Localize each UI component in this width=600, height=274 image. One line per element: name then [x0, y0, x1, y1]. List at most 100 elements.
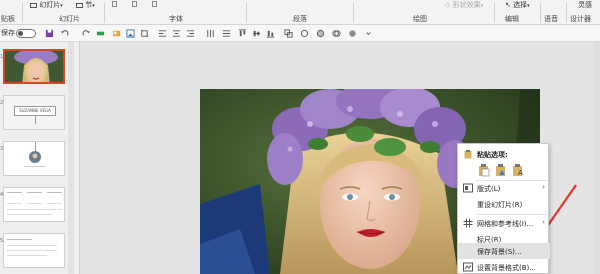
shape-effects-label: 形状效果	[452, 1, 481, 9]
menu-item-save-background[interactable]: 保存背景(S)...	[458, 243, 550, 259]
submenu-arrow-icon: ›	[542, 218, 545, 226]
text-line	[7, 239, 32, 240]
paste-keep-formatting-icon[interactable]	[477, 163, 491, 177]
voice-group-label: 语音	[544, 15, 558, 23]
menu-item-label: 版式(L)	[477, 185, 501, 193]
paragraph-group-label: 段落	[293, 15, 307, 23]
format-background-icon	[463, 262, 473, 272]
context-menu: 粘贴选项: A 版式(L) › 重设幻灯片(R) 网格和参考线(I)... › …	[457, 143, 550, 274]
select-button[interactable]: ↖ 选择▾	[505, 0, 530, 10]
new-slide-label: 幻灯片	[39, 1, 61, 9]
ribbon-separator	[494, 3, 495, 23]
canvas-scrollbar[interactable]	[594, 42, 600, 274]
more-icon[interactable]	[364, 29, 373, 38]
paste-text-only-icon[interactable]: A	[511, 163, 525, 177]
text-line	[7, 209, 62, 210]
shape-icon[interactable]	[300, 29, 309, 38]
align-top-icon[interactable]	[238, 29, 247, 38]
font-tool-icon[interactable]	[112, 1, 117, 7]
align-icon[interactable]	[186, 29, 195, 38]
select-arrow-icon: ↖	[505, 1, 511, 9]
menu-item-reset-slide[interactable]: 重设幻灯片(R)	[458, 196, 550, 212]
distribute-icon[interactable]	[222, 29, 231, 38]
title-box: SUZANNE VEGA	[14, 106, 56, 116]
slide-thumbnail-3[interactable]	[3, 141, 65, 176]
new-slide-button[interactable]: 幻灯片▾	[30, 0, 63, 10]
ribbon-separator	[566, 3, 567, 23]
group-icon[interactable]	[284, 29, 293, 38]
paste-options-header: 粘贴选项:	[458, 146, 550, 162]
slide-thumbnail-4[interactable]	[3, 187, 65, 222]
clipboard-group-label: 贴板	[1, 15, 15, 23]
font-tool-icon[interactable]	[132, 1, 137, 7]
quick-access-toolbar: 保存	[0, 25, 600, 42]
shape-effects-button[interactable]: ◇ 形状效果▾	[445, 0, 483, 10]
slide-thumbnail-image	[5, 51, 63, 82]
gallery-icon[interactable]	[112, 29, 121, 38]
ribbon-separator	[22, 3, 23, 23]
align-icon[interactable]	[158, 29, 167, 38]
section-button[interactable]: 节▾	[76, 0, 95, 10]
chevron-down-icon: ▾	[527, 3, 530, 9]
slide-thumbnail-5[interactable]	[3, 233, 65, 268]
presentation-app-window: 贴板 幻灯片▾ 节▾ 幻灯片 字体 段落 ◇ 形状效果▾ 绘图 ↖ 选择▾ 编辑…	[0, 0, 600, 274]
select-label: 选择	[513, 1, 528, 9]
menu-item-grid-guides[interactable]: 网格和参考线(I)... ›	[458, 215, 550, 231]
picture-icon[interactable]	[126, 29, 135, 38]
slides-group-label: 幻灯片	[59, 15, 80, 23]
inspiration-label[interactable]: 灵感	[578, 0, 592, 10]
designer-group-label: 设计器	[570, 15, 591, 23]
menu-item-format-background[interactable]: 设置背景格式(B)...	[458, 259, 550, 274]
paste-options-icons: A	[477, 163, 537, 177]
grid-icon	[463, 218, 473, 228]
text-line	[7, 255, 47, 256]
text-line	[7, 250, 57, 251]
chevron-down-icon: ▾	[92, 3, 95, 9]
paste-picture-icon[interactable]	[494, 163, 508, 177]
menu-item-label: 设置背景格式(B)...	[477, 264, 536, 272]
font-tool-icon[interactable]	[152, 1, 157, 7]
autosave-label: 保存	[1, 29, 15, 37]
connector-line	[35, 116, 36, 124]
save-icon[interactable]	[45, 29, 54, 38]
chevron-down-icon: ▾	[480, 3, 484, 9]
ribbon-separator	[353, 3, 354, 23]
new-slide-icon	[30, 2, 37, 8]
redo-icon[interactable]	[82, 29, 91, 38]
slide-thumbnail-2[interactable]: SUZANNE VEGA	[3, 95, 65, 130]
undo-icon[interactable]	[60, 29, 69, 38]
menu-item-label: 保存背景(S)...	[477, 248, 522, 256]
font-controls	[112, 1, 322, 11]
menu-item-label: 网格和参考线(I)...	[477, 220, 534, 228]
thumbnail-scrollbar[interactable]	[68, 42, 74, 274]
align-bottom-icon[interactable]	[266, 29, 275, 38]
shape-icon[interactable]	[348, 29, 357, 38]
paste-options-label: 粘贴选项:	[477, 151, 508, 159]
drawing-group-label: 绘图	[413, 15, 427, 23]
ribbon: 贴板 幻灯片▾ 节▾ 幻灯片 字体 段落 ◇ 形状效果▾ 绘图 ↖ 选择▾ 编辑…	[0, 0, 600, 25]
menu-item-label: 重设幻灯片(R)	[477, 201, 523, 209]
text-block	[7, 192, 22, 204]
thumbnail-title-text: SUZANNE VEGA	[19, 108, 51, 113]
text-line	[7, 214, 52, 215]
shape-icon[interactable]	[332, 29, 341, 38]
autosave-toggle[interactable]	[16, 29, 36, 38]
shape-effects-icon: ◇	[445, 1, 451, 9]
menu-item-layout[interactable]: 版式(L) ›	[458, 180, 550, 196]
align-middle-icon[interactable]	[252, 29, 261, 38]
ribbon-separator	[540, 3, 541, 23]
toggle-knob	[18, 31, 23, 36]
text-line	[24, 166, 46, 167]
distribute-icon[interactable]	[206, 29, 215, 38]
editing-group-label: 编辑	[505, 15, 519, 23]
text-block	[47, 192, 62, 204]
shape-icon[interactable]	[316, 29, 325, 38]
text-line	[7, 245, 57, 246]
avatar	[29, 151, 41, 163]
align-icon[interactable]	[172, 29, 181, 38]
slide-thumbnail-1[interactable]	[3, 49, 65, 84]
crop-icon[interactable]	[140, 29, 149, 38]
section-icon	[76, 2, 83, 8]
layout-icon	[463, 183, 473, 193]
green-tool-icon[interactable]	[96, 29, 105, 38]
